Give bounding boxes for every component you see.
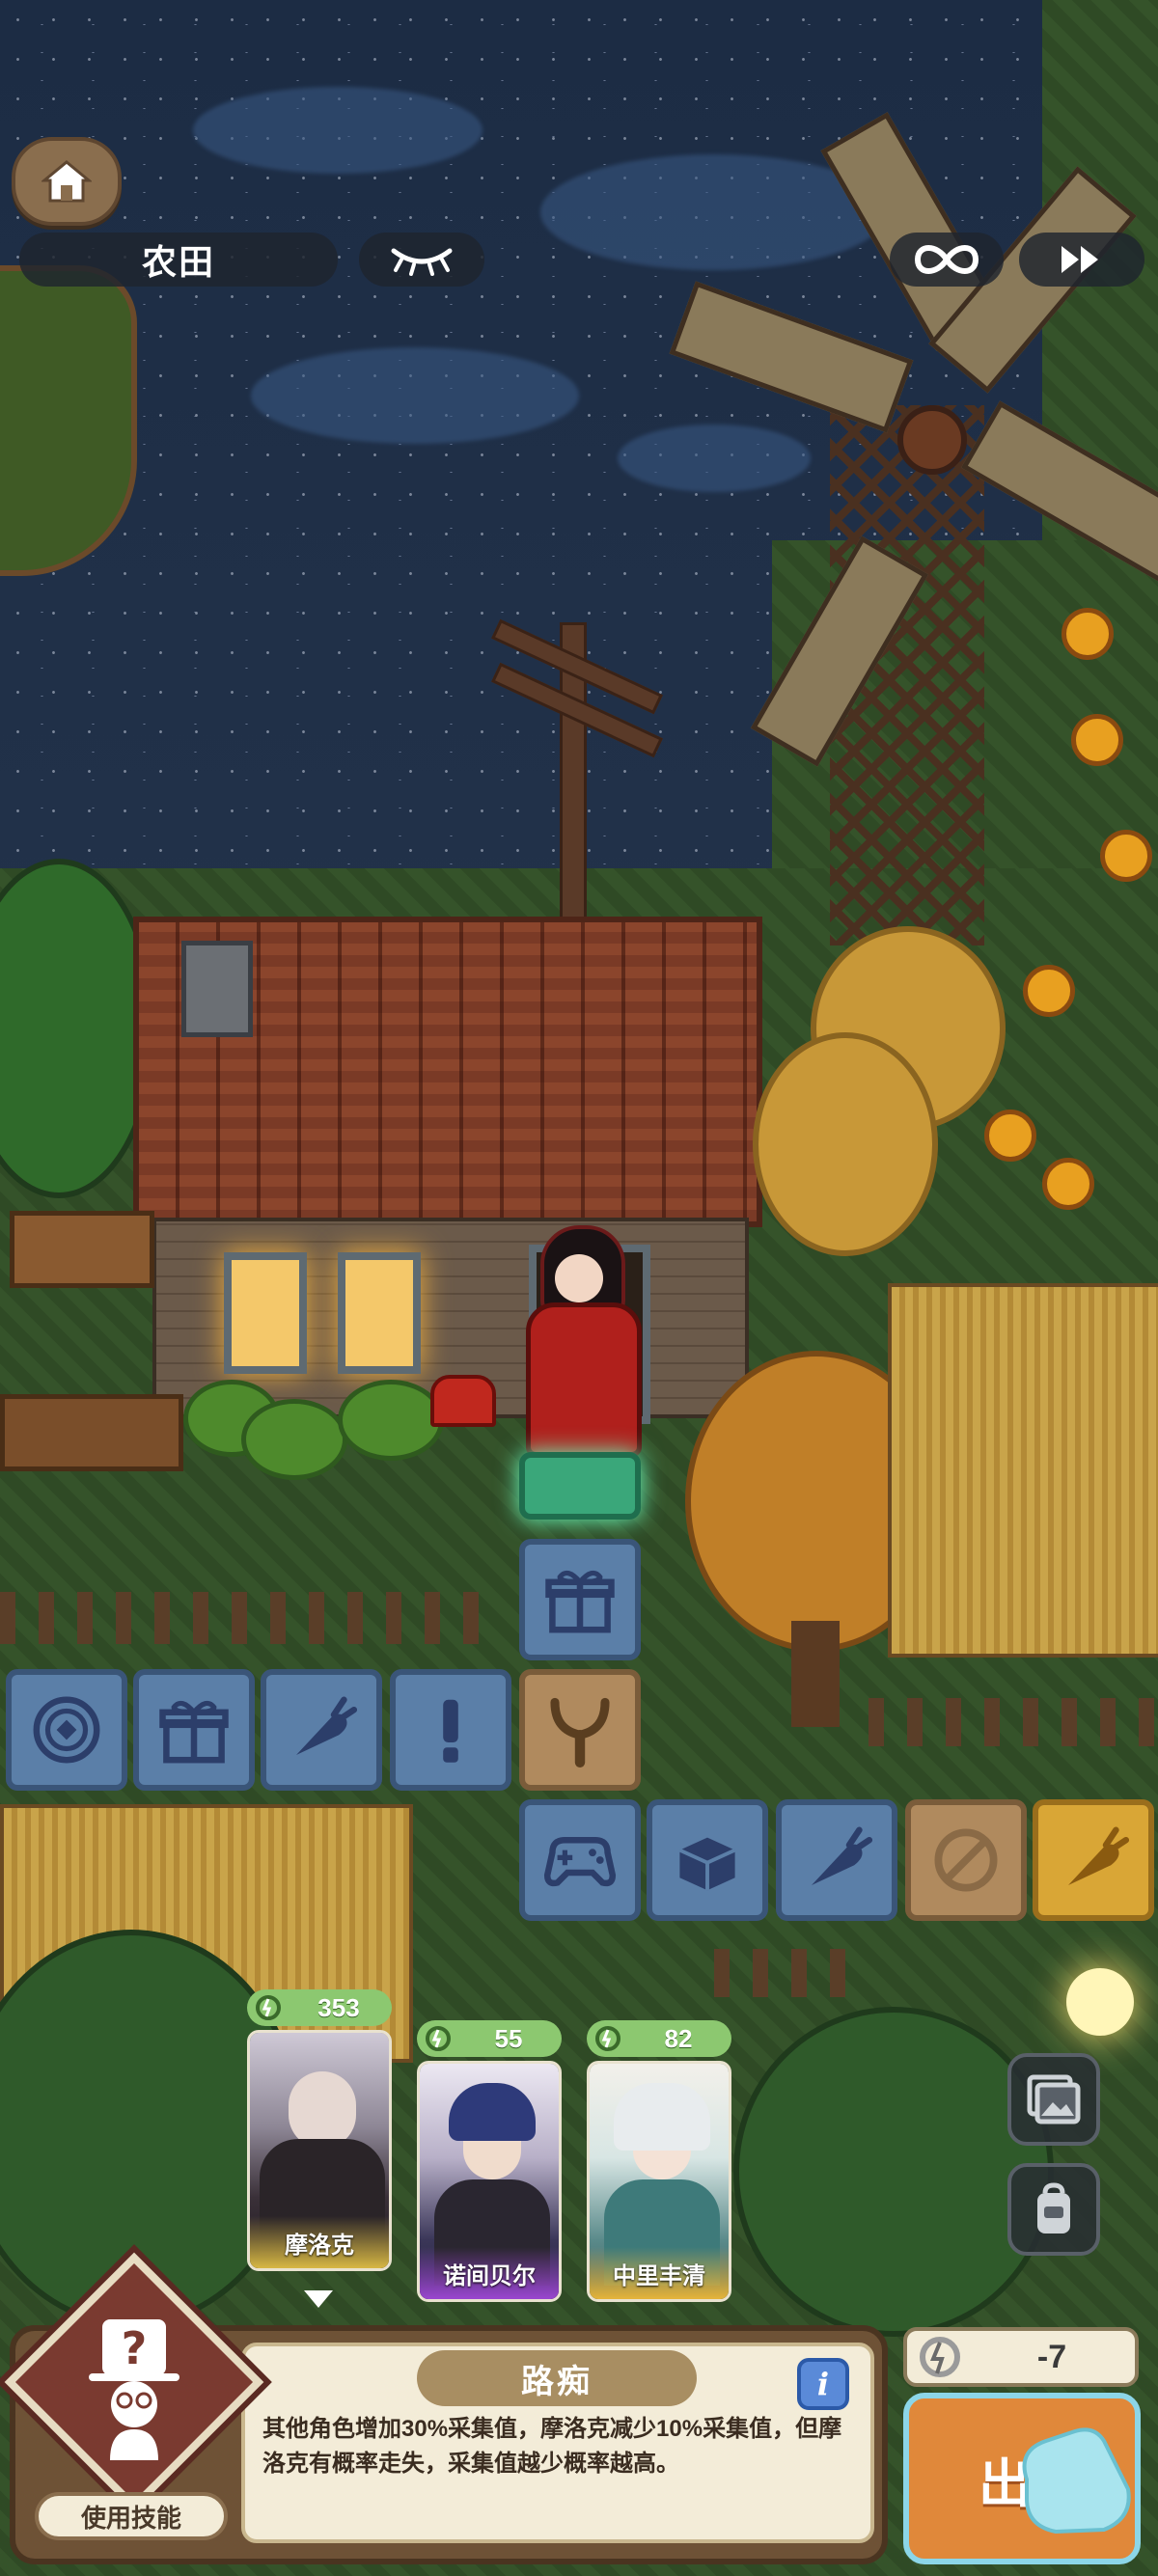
- energy-value: 353: [317, 1992, 360, 2022]
- board-tile-gift[interactable]: [519, 1539, 641, 1660]
- sunflower: [1042, 1158, 1094, 1210]
- chimney: [181, 941, 253, 1037]
- bush: [241, 1399, 347, 1480]
- character-portrait: 摩洛克: [247, 2030, 392, 2271]
- energy-icon: [591, 2021, 625, 2056]
- character-portrait: 中里丰清: [587, 2061, 731, 2302]
- board-tile-carrot[interactable]: [1033, 1799, 1154, 1921]
- character-name: 诺间贝尔: [420, 2247, 559, 2299]
- energy-icon: [251, 1990, 286, 2025]
- tap-hand-icon: [1022, 2427, 1131, 2535]
- current-tile[interactable]: [519, 1452, 641, 1520]
- fence: [868, 1698, 1158, 1746]
- backpack-button[interactable]: [1007, 2163, 1100, 2256]
- board-tile-box[interactable]: [647, 1799, 768, 1921]
- fast-forward-icon: [1062, 246, 1098, 273]
- character-name: 摩洛克: [250, 2216, 389, 2268]
- blocked-icon: [934, 1828, 998, 1892]
- energy-value: 82: [664, 2023, 693, 2053]
- board-tile-carrot[interactable]: [261, 1669, 382, 1791]
- skill-description: 其他角色增加30%采集值，摩洛克减少10%采集值，但摩洛克有概率走失，采集值越少…: [262, 2416, 842, 2477]
- energy-badge: 55: [417, 2020, 562, 2057]
- board-tile-carrot[interactable]: [776, 1799, 897, 1921]
- board-tile-slingshot[interactable]: [519, 1669, 641, 1791]
- bench: [0, 1394, 183, 1471]
- carrot-icon: [1068, 1826, 1130, 1885]
- character-name: 中里丰清: [590, 2247, 729, 2299]
- sunflower: [1023, 965, 1075, 1017]
- board-tile-coin[interactable]: [6, 1669, 127, 1791]
- gift-icon: [159, 1700, 229, 1764]
- hay-bale: [753, 1032, 938, 1256]
- mailbox: [430, 1375, 496, 1427]
- home-button[interactable]: [12, 137, 122, 226]
- svg-text:?: ?: [122, 2322, 148, 2374]
- carrot-icon: [296, 1696, 358, 1755]
- windmill-hub: [897, 405, 967, 475]
- home-icon: [41, 160, 92, 203]
- tree-trunk: [791, 1621, 840, 1727]
- gallery-icon: [1027, 2074, 1081, 2124]
- auto-loop-button[interactable]: [890, 233, 1004, 287]
- energy-value: 55: [494, 2023, 523, 2053]
- gift-icon: [545, 1570, 615, 1633]
- board-tile-gift[interactable]: [133, 1669, 255, 1791]
- skill-title: 路痴: [417, 2350, 697, 2406]
- cloud: [618, 425, 811, 492]
- character-card-nakazato[interactable]: 82 中里丰清: [587, 2020, 731, 2310]
- info-button[interactable]: i: [797, 2358, 849, 2410]
- fence: [0, 1592, 482, 1644]
- board-tile-blocked[interactable]: [905, 1799, 1027, 1921]
- closed-eye-icon: [391, 248, 453, 276]
- dark-bush: [733, 2007, 1054, 2337]
- energy-icon: [421, 2021, 455, 2056]
- energy-badge: 353: [247, 1989, 392, 2026]
- farm-scene: [0, 0, 1158, 2576]
- bush: [338, 1380, 444, 1461]
- window-lit: [338, 1252, 421, 1374]
- slingshot-icon: [550, 1697, 610, 1768]
- cloud: [193, 87, 482, 174]
- character-card-nojianbeier[interactable]: 55 诺间贝尔: [417, 2020, 562, 2310]
- player-character-moloch: [507, 1225, 651, 1476]
- lantern-glow: [1066, 1968, 1134, 2036]
- energy-icon: [920, 2337, 960, 2377]
- gamepad-icon: [543, 1836, 617, 1887]
- sunflower: [1100, 830, 1152, 882]
- selected-indicator-icon: [304, 2290, 333, 2308]
- wheat-field: [888, 1283, 1158, 1658]
- mystery-gentleman-icon: ?: [89, 2319, 179, 2460]
- coin-icon: [33, 1696, 100, 1764]
- board-tile-exclamation[interactable]: [390, 1669, 511, 1791]
- board-tile-gamepad[interactable]: [519, 1799, 641, 1921]
- sunflower: [1062, 608, 1114, 660]
- character-portrait: 诺间贝尔: [417, 2061, 562, 2302]
- fence: [714, 1949, 868, 1997]
- carrot-icon: [812, 1826, 873, 1885]
- speed-button[interactable]: [1019, 233, 1144, 287]
- sunflower: [984, 1110, 1036, 1162]
- gallery-button[interactable]: [1007, 2053, 1100, 2146]
- sunflower: [1071, 714, 1123, 766]
- exclamation-icon: [443, 1699, 458, 1763]
- cloud: [251, 347, 579, 444]
- crate: [10, 1211, 154, 1288]
- infinity-icon: [914, 245, 979, 274]
- window-lit: [224, 1252, 307, 1374]
- character-card-moloch[interactable]: 353 摩洛克: [247, 1989, 392, 2279]
- hide-ui-button[interactable]: [359, 233, 484, 287]
- box-icon: [678, 1837, 736, 1891]
- energy-cost-box: -7: [903, 2327, 1139, 2387]
- info-icon: i: [816, 2366, 830, 2402]
- location-label: 农田: [19, 233, 338, 287]
- energy-cost-value: -7: [1036, 2338, 1067, 2375]
- use-skill-button[interactable]: 使用技能: [35, 2492, 228, 2540]
- backpack-icon: [1037, 2182, 1070, 2233]
- energy-badge: 82: [587, 2020, 731, 2057]
